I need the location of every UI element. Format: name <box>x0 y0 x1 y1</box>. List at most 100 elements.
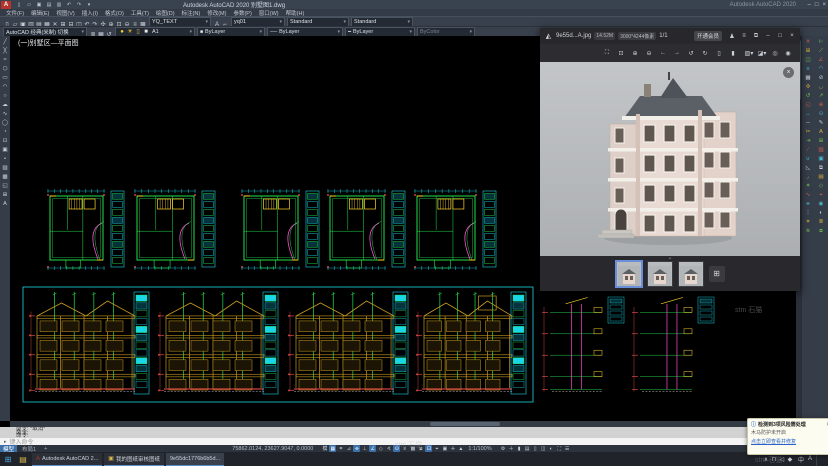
effects-icon[interactable]: ◪▾ <box>758 49 766 57</box>
trim-tool-icon[interactable]: ✂ <box>804 128 812 136</box>
qat-customize-icon[interactable]: ▾ <box>85 1 93 9</box>
undo-icon[interactable]: ↶ <box>65 1 73 9</box>
section-drawing[interactable] <box>540 291 628 403</box>
zoom-out-icon[interactable]: ⊖ <box>645 49 653 57</box>
point-tool-icon[interactable]: • <box>1 155 9 163</box>
delete-image-icon[interactable]: ▯ <box>715 49 723 57</box>
close-button[interactable]: × <box>822 2 826 8</box>
prev-image-icon[interactable]: ← <box>659 49 667 57</box>
settings-icon[interactable]: ◉ <box>784 49 792 57</box>
group-icon[interactable]: ⧈ <box>817 227 825 235</box>
viewer-titlebar[interactable]: ◭ 9e55d...A.jpg 14.52M 3000*4244像素 1/1 开… <box>540 28 800 44</box>
insert-block-tool-icon[interactable]: ⊡ <box>1 137 9 145</box>
plan-drawing[interactable] <box>129 187 217 278</box>
3d-osnap-toggle[interactable]: ⊡ <box>425 445 432 452</box>
scale-tool-icon[interactable]: ◱ <box>804 101 812 109</box>
hatch-tool-icon[interactable]: ▨ <box>1 164 9 172</box>
dim-aligned-icon[interactable]: ⟋ <box>817 47 825 55</box>
infer-constraints-toggle[interactable]: ⊿ <box>345 445 352 452</box>
isolate-objects-icon[interactable]: ◫ <box>540 445 547 452</box>
table-icon[interactable]: ⊞ <box>817 137 825 145</box>
dim-angular-icon[interactable]: ∠ <box>817 56 825 64</box>
gizmo-toggle[interactable]: ✛ <box>449 445 456 452</box>
arc-tool-icon[interactable]: ◠ <box>1 83 9 91</box>
layers2-icon[interactable]: ≣ <box>817 218 825 226</box>
user-icon[interactable]: ♟ <box>728 32 736 40</box>
text-tool-icon[interactable]: A <box>1 200 9 208</box>
file-explorer-icon[interactable]: ▤ <box>16 452 30 466</box>
polygon-tool-icon[interactable]: ⬡ <box>1 65 9 73</box>
elevation-drawing[interactable] <box>156 290 280 403</box>
thumbnail-grid-button[interactable]: ⊞ <box>709 266 725 282</box>
osnap-tracking-toggle[interactable]: ∢ <box>385 445 392 452</box>
fillet-tool-icon[interactable]: ◞ <box>804 173 812 181</box>
section-drawing[interactable] <box>630 291 718 403</box>
layer-lock-icon[interactable]: ▯ <box>134 28 142 36</box>
lengthen-tool-icon[interactable]: ─ <box>804 119 812 127</box>
language-indicator[interactable]: A <box>808 456 812 462</box>
info-icon[interactable]: ◎ <box>771 49 779 57</box>
plan-drawing[interactable] <box>236 187 321 278</box>
region-tool-icon[interactable]: ◱ <box>1 182 9 190</box>
tray-chevron-up-icon[interactable]: ∧ <box>762 455 770 463</box>
rotate-left-icon[interactable]: ↺ <box>687 49 695 57</box>
plot-icon[interactable]: ▥ <box>55 1 63 9</box>
rotate-right-icon[interactable]: ↻ <box>701 49 709 57</box>
dynamic-ucs-toggle[interactable]: ⌖ <box>433 445 440 452</box>
menu-icon[interactable]: ≡ <box>740 32 748 40</box>
maximize-icon[interactable]: □ <box>776 32 784 40</box>
array-tool-icon[interactable]: ▦ <box>804 74 812 82</box>
isometric-toggle[interactable]: ◇ <box>377 445 384 452</box>
units-icon[interactable]: ▮ <box>516 445 523 452</box>
image-thumbnail[interactable] <box>647 261 673 287</box>
osnap-toggle[interactable]: ⊙ <box>393 445 400 452</box>
align-tool-icon[interactable]: ⌯ <box>804 200 812 208</box>
rotate-tool-icon[interactable]: ↺ <box>804 92 812 100</box>
tab-layout1[interactable]: 布局1 <box>19 445 39 452</box>
render-icon[interactable]: ◐ <box>817 209 825 217</box>
block-editor-icon[interactable]: ▣ <box>817 155 825 163</box>
notification-link[interactable]: 点击立即查看并修复 <box>751 438 828 445</box>
new-file-icon[interactable]: ▯ <box>15 1 23 9</box>
security-icon[interactable]: ◆ <box>786 455 794 463</box>
offset-tool-icon[interactable]: ≡ <box>804 65 812 73</box>
text-edit-icon[interactable]: A <box>817 128 825 136</box>
start-button[interactable]: ⊞ <box>0 452 16 466</box>
dim-radius-icon[interactable]: ◠ <box>817 65 825 73</box>
divide-tool-icon[interactable]: ⋮ <box>804 209 812 217</box>
dim-linear-icon[interactable]: ⊢ <box>817 38 825 46</box>
move-tool-icon[interactable]: ✣ <box>804 83 812 91</box>
network-icon[interactable]: ⊓ <box>770 455 778 463</box>
erase-tool-icon[interactable]: ✕ <box>804 38 812 46</box>
image-thumbnail[interactable] <box>616 261 642 287</box>
polyline-tool-icon[interactable]: ≈ <box>1 56 9 64</box>
graphics-performance-icon[interactable]: ◐ <box>548 445 555 452</box>
annotation-monitor-icon[interactable]: ＋ <box>508 445 515 452</box>
xref-icon[interactable]: ⧉ <box>817 164 825 172</box>
volume-icon[interactable]: ◁ <box>778 455 786 463</box>
open-icon[interactable]: ▱ <box>25 1 33 9</box>
ellipse-arc-tool-icon[interactable]: ◔ <box>1 128 9 136</box>
next-image-icon[interactable]: → <box>673 49 681 57</box>
taskbar-task[interactable]: AAutodesk AutoCAD 2... <box>32 453 102 466</box>
taskbar-task[interactable]: 9e55dc1776b6b5d... <box>166 453 224 466</box>
drawing-file-tab[interactable]: (一)别墅区—平面图 <box>18 38 79 48</box>
ime-indicator[interactable]: 中 <box>798 455 804 464</box>
layer-freeze-icon[interactable]: ☀ <box>126 28 134 36</box>
center-mark-icon[interactable]: ⊙ <box>817 110 825 118</box>
polar-tracking-toggle[interactable]: ∠ <box>369 445 376 452</box>
dim-diameter-icon[interactable]: ⊘ <box>817 74 825 82</box>
explode-tool-icon[interactable]: ✶ <box>804 182 812 190</box>
rectangle-tool-icon[interactable]: ▭ <box>1 74 9 82</box>
workspace-switch-icon[interactable]: ⚙ <box>500 445 507 452</box>
command-input-row[interactable]: ▸ 键入命令 <box>0 438 828 445</box>
elevation-drawing[interactable] <box>414 290 528 403</box>
fullscreen-icon[interactable]: ⛶ <box>603 49 611 57</box>
gradient-tool-icon[interactable]: ▩ <box>1 173 9 181</box>
ortho-toggle[interactable]: ⊥ <box>361 445 368 452</box>
osnap-settings-icon[interactable]: ◇ <box>817 182 825 190</box>
close-icon[interactable]: × <box>788 32 796 40</box>
leader-icon[interactable]: ↗ <box>817 92 825 100</box>
blend-tool-icon[interactable]: ∿ <box>804 191 812 199</box>
create-block-tool-icon[interactable]: ▣ <box>1 146 9 154</box>
